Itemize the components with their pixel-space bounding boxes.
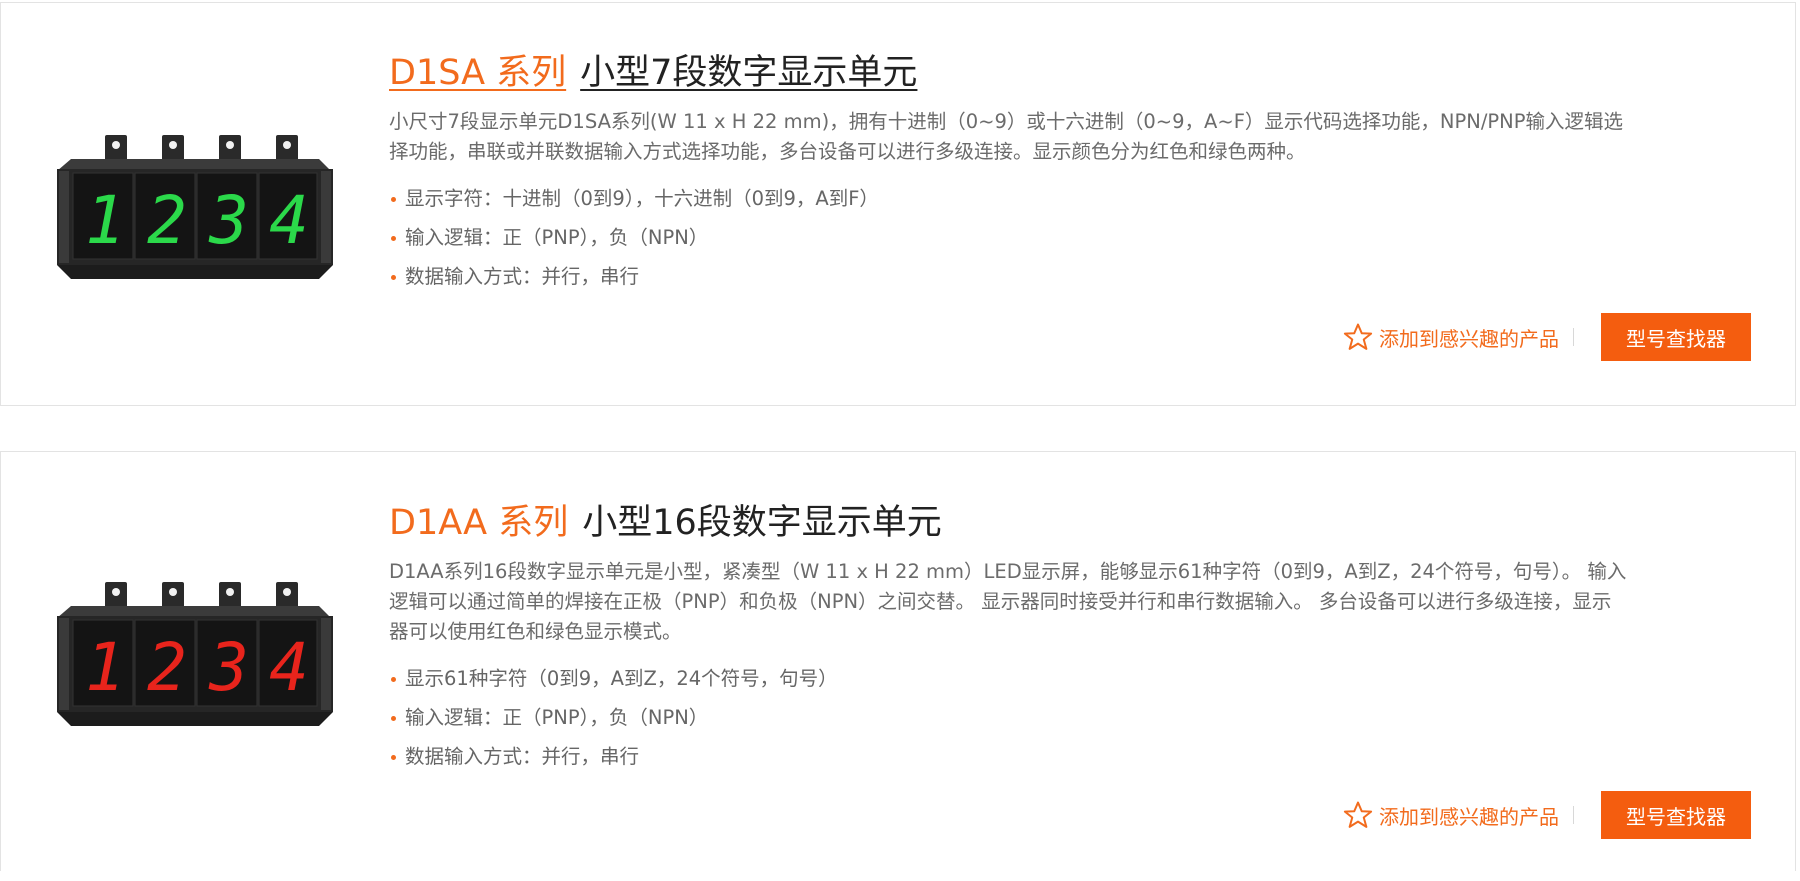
product-image-d1aa[interactable]: 1 2 3 4	[57, 582, 333, 726]
feature-item: 数据输入方式：并行，串行	[389, 257, 1615, 296]
page: 1 2 3 4 D1SA 系列 小型7段数字显示单元 小尺寸7段显示单元D1SA系…	[0, 0, 1800, 881]
add-to-favorites-label: 添加到感兴趣的产品	[1379, 326, 1559, 351]
product-actions: 添加到感兴趣的产品 型号查找器	[1343, 791, 1751, 839]
display-digit: 3	[208, 629, 249, 706]
feature-list: 显示字符：十进制（0到9），十六进制（0到9，A到F） 输入逻辑：正（PNP），…	[389, 179, 1615, 296]
add-to-favorites-link[interactable]: 添加到感兴趣的产品	[1343, 800, 1559, 830]
display-digit: 1	[85, 629, 125, 706]
star-outline-icon	[1343, 323, 1373, 350]
product-title: D1AA 系列 小型16段数字显示单元	[389, 499, 1615, 547]
feature-item: 输入逻辑：正（PNP），负（NPN）	[389, 218, 1615, 257]
feature-item: 显示61种字符（0到9，A到Z，24个符号，句号）	[389, 659, 1615, 698]
feature-list: 显示61种字符（0到9，A到Z，24个符号，句号） 输入逻辑：正（PNP），负（…	[389, 659, 1615, 776]
add-to-favorites-link[interactable]: 添加到感兴趣的产品	[1343, 322, 1559, 352]
display-digit: 3	[208, 182, 249, 259]
display-digit: 1	[85, 182, 125, 259]
product-actions: 添加到感兴趣的产品 型号查找器	[1343, 313, 1751, 361]
divider	[1573, 328, 1574, 346]
display-digit: 4	[269, 629, 309, 706]
display-digit: 4	[269, 182, 309, 259]
display-digit: 2	[147, 629, 187, 706]
feature-item: 输入逻辑：正（PNP），负（NPN）	[389, 698, 1615, 737]
product-image-d1sa[interactable]: 1 2 3 4	[57, 135, 333, 279]
product-description: D1AA系列16段数字显示单元是小型，紧凑型（W 11 x H 22 mm）LE…	[389, 560, 1627, 643]
feature-item: 数据输入方式：并行，串行	[389, 737, 1615, 776]
model-finder-button[interactable]: 型号查找器	[1601, 791, 1751, 839]
model-finder-button[interactable]: 型号查找器	[1601, 313, 1751, 361]
add-to-favorites-label: 添加到感兴趣的产品	[1379, 804, 1559, 829]
subtitle-link[interactable]: 小型7段数字显示单元	[580, 53, 917, 93]
star-outline-icon	[1343, 801, 1373, 828]
divider	[1573, 806, 1574, 824]
subtitle-link[interactable]: 小型16段数字显示单元	[582, 503, 942, 543]
display-digit: 2	[147, 182, 187, 259]
product-card-d1sa: 1 2 3 4 D1SA 系列 小型7段数字显示单元 小尺寸7段显示单元D1SA系…	[0, 2, 1796, 406]
feature-item: 显示字符：十进制（0到9），十六进制（0到9，A到F）	[389, 179, 1615, 218]
series-link[interactable]: D1AA 系列	[389, 503, 568, 543]
product-title: D1SA 系列 小型7段数字显示单元	[389, 49, 1615, 97]
product-content: D1SA 系列 小型7段数字显示单元 小尺寸7段显示单元D1SA系列(W 11 x…	[389, 49, 1623, 296]
product-description: 小尺寸7段显示单元D1SA系列(W 11 x H 22 mm)，拥有十进制（0~…	[389, 110, 1624, 163]
product-content: D1AA 系列 小型16段数字显示单元 D1AA系列16段数字显示单元是小型，紧凑…	[389, 499, 1626, 776]
series-link[interactable]: D1SA 系列	[389, 53, 566, 93]
product-card-d1aa: 1 2 3 4 D1AA 系列 小型16段数字显示单元 D1AA系列16段数字显示…	[0, 451, 1796, 871]
